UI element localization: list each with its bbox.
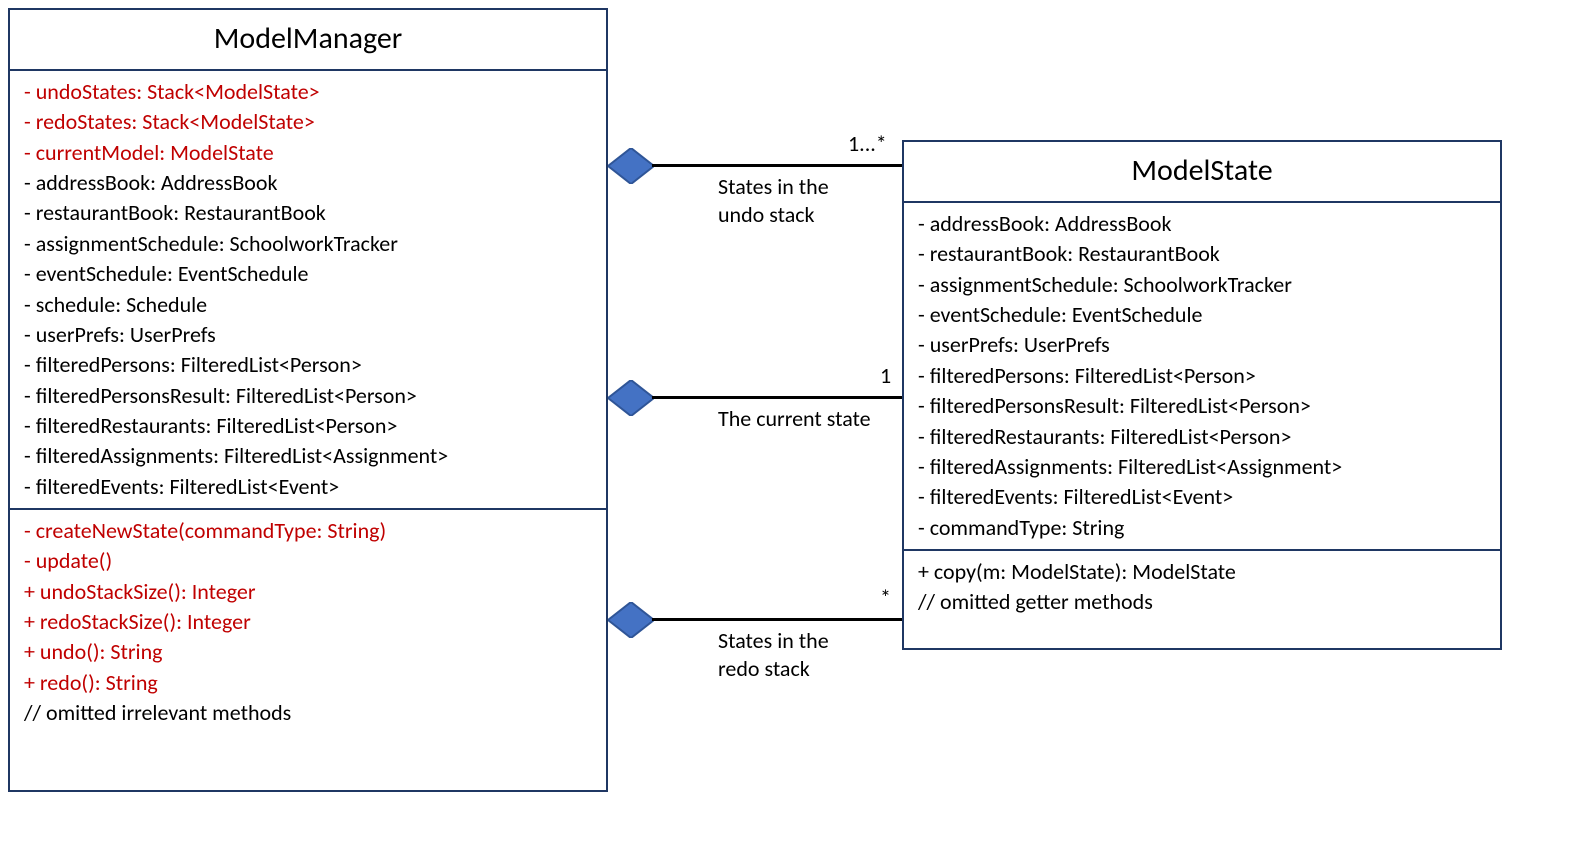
attr: - userPrefs: UserPrefs [918, 330, 1488, 360]
class-model-manager-attributes: - undoStates: Stack<ModelState> - redoSt… [10, 71, 606, 508]
label-line: States in the [718, 173, 829, 201]
attr: - filteredAssignments: FilteredList<Assi… [918, 452, 1488, 482]
composition-diamond-icon [608, 380, 654, 416]
class-model-state: ModelState - addressBook: AddressBook - … [902, 140, 1502, 650]
attr: - restaurantBook: RestaurantBook [918, 239, 1488, 269]
attr: - filteredEvents: FilteredList<Event> [24, 472, 594, 502]
attr: - addressBook: AddressBook [918, 209, 1488, 239]
association-label-current: The current state [718, 405, 871, 433]
association-label-redo: States in the redo stack [718, 627, 829, 682]
class-model-state-title: ModelState [904, 142, 1500, 203]
association-line-redo [652, 618, 902, 621]
label-line: redo stack [718, 655, 829, 683]
attr: - eventSchedule: EventSchedule [918, 300, 1488, 330]
method: + redoStackSize(): Integer [24, 607, 594, 637]
label-line: The current state [718, 405, 871, 433]
attr: - addressBook: AddressBook [24, 168, 594, 198]
attr: - assignmentSchedule: SchoolworkTracker [918, 270, 1488, 300]
class-model-manager: ModelManager - undoStates: Stack<ModelSt… [8, 8, 608, 792]
multiplicity-redo: * [880, 584, 891, 612]
label-line: undo stack [718, 201, 829, 229]
attr: - filteredPersons: FilteredList<Person> [918, 361, 1488, 391]
method: - createNewState(commandType: String) [24, 516, 594, 546]
association-label-undo: States in the undo stack [718, 173, 829, 228]
attr: - filteredRestaurants: FilteredList<Pers… [24, 411, 594, 441]
method: + undo(): String [24, 637, 594, 667]
multiplicity-undo: 1...* [848, 130, 887, 158]
attr: - filteredAssignments: FilteredList<Assi… [24, 441, 594, 471]
label-line: States in the [718, 627, 829, 655]
multiplicity-current: 1 [880, 362, 891, 390]
attr: - filteredRestaurants: FilteredList<Pers… [918, 422, 1488, 452]
attr: - currentModel: ModelState [24, 138, 594, 168]
association-line-undo [652, 164, 902, 167]
attr: - schedule: Schedule [24, 290, 594, 320]
class-model-manager-methods: - createNewState(commandType: String) - … [10, 508, 606, 735]
attr: - filteredPersons: FilteredList<Person> [24, 350, 594, 380]
attr: - assignmentSchedule: SchoolworkTracker [24, 229, 594, 259]
attr: - filteredPersonsResult: FilteredList<Pe… [918, 391, 1488, 421]
attr: - undoStates: Stack<ModelState> [24, 77, 594, 107]
method: + redo(): String [24, 668, 594, 698]
class-model-manager-title: ModelManager [10, 10, 606, 71]
composition-diamond-icon [608, 602, 654, 638]
attr: - filteredEvents: FilteredList<Event> [918, 482, 1488, 512]
method: // omitted irrelevant methods [24, 698, 594, 728]
method: + undoStackSize(): Integer [24, 577, 594, 607]
attr: - filteredPersonsResult: FilteredList<Pe… [24, 381, 594, 411]
attr: - commandType: String [918, 513, 1488, 543]
class-model-state-attributes: - addressBook: AddressBook - restaurantB… [904, 203, 1500, 549]
class-model-state-methods: + copy(m: ModelState): ModelState // omi… [904, 549, 1500, 624]
composition-diamond-icon [608, 148, 654, 184]
attr: - eventSchedule: EventSchedule [24, 259, 594, 289]
method: + copy(m: ModelState): ModelState [918, 557, 1488, 587]
attr: - redoStates: Stack<ModelState> [24, 107, 594, 137]
association-line-current [652, 396, 902, 399]
attr: - userPrefs: UserPrefs [24, 320, 594, 350]
method: // omitted getter methods [918, 587, 1488, 617]
method: - update() [24, 546, 594, 576]
attr: - restaurantBook: RestaurantBook [24, 198, 594, 228]
